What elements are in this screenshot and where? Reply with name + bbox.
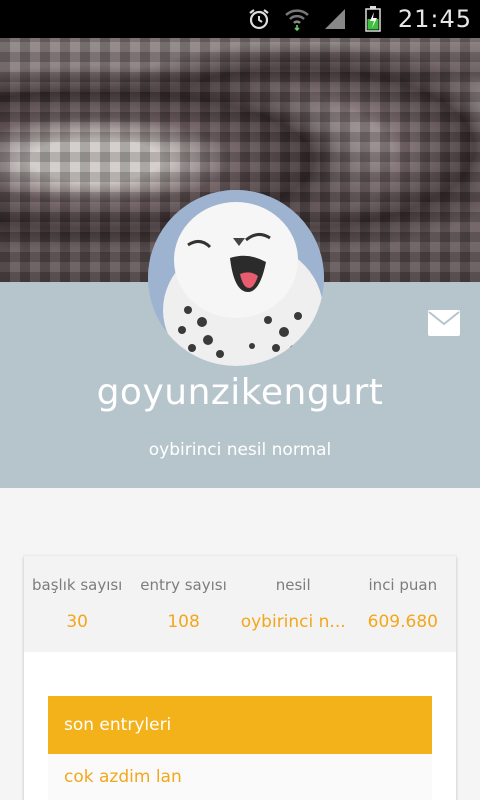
stat-value: 108 (167, 612, 200, 632)
status-time: 21:45 (397, 5, 472, 33)
stat-label: başlık sayısı (32, 576, 123, 594)
alarm-icon (246, 6, 272, 32)
recent-entries-header: son entryleri (48, 696, 432, 754)
message-button[interactable] (428, 310, 460, 336)
stat-entry-count[interactable]: entry sayısı 108 (130, 556, 236, 652)
stat-label: inci puan (368, 576, 438, 594)
signal-icon (322, 6, 348, 32)
stat-label: entry sayısı (140, 576, 227, 594)
stat-topic-count[interactable]: başlık sayısı 30 (24, 556, 130, 652)
avatar[interactable] (148, 190, 324, 366)
battery-charging-icon (360, 6, 386, 32)
status-bar: 21:45 (0, 0, 480, 38)
username: goyunzikengurt (96, 372, 384, 413)
stat-points[interactable]: inci puan 609.680 (350, 556, 456, 652)
stats-row: başlık sayısı 30 entry sayısı 108 nesil … (24, 556, 456, 652)
stat-value: oybirinci n... (240, 612, 346, 632)
list-item[interactable]: cok azdim lan (48, 754, 432, 800)
stat-generation[interactable]: nesil oybirinci n... (237, 556, 350, 652)
stat-value: 30 (66, 612, 88, 632)
mail-icon (428, 310, 460, 336)
stat-value: 609.680 (367, 612, 438, 632)
wifi-icon (284, 6, 310, 32)
generation-label: oybirinci nesil normal (148, 440, 332, 460)
stat-label: nesil (275, 576, 311, 594)
